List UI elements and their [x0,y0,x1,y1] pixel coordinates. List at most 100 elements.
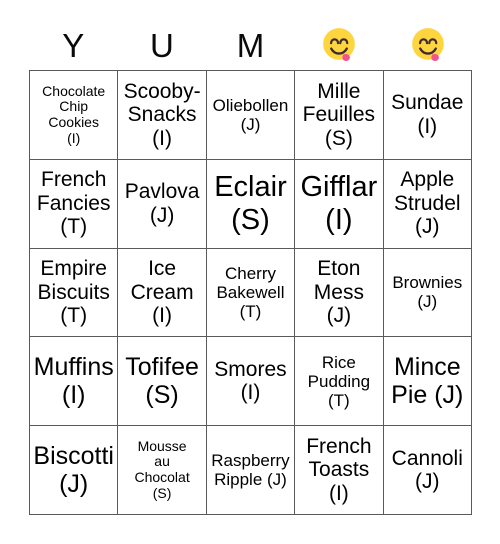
bingo-cell[interactable]: Mille Feuilles (S) [294,70,384,160]
bingo-cell-line: Eton [317,257,361,281]
bingo-cell-line: (J) [326,304,352,328]
bingo-row: Chocolate Chip Cookies (I) Scooby- Snacks (I) O… [28,70,473,160]
bingo-cell-line: Mousse [137,437,187,454]
bingo-cell-line: Biscotti [33,442,114,471]
bingo-cell-line: Chip [59,98,89,115]
bingo-cell-line: Mess [313,280,364,304]
bingo-cell-line: (S) [324,126,353,150]
header-letter-3: M [236,26,265,64]
bingo-cell-line: (T) [60,304,88,328]
bingo-card: Y U M Chocolate Chip Cookies (I) Scooby- Snac… [0,0,500,544]
bingo-cell[interactable]: Gifflar (I) [294,158,384,249]
face-savoring-food-icon [383,20,472,70]
bingo-grid: Chocolate Chip Cookies (I) Scooby- Snacks (I) O… [28,70,473,515]
bingo-cell-line: Cookies [48,113,99,130]
bingo-cell-line: (J) [415,470,440,494]
header-letter-2: U [149,26,174,64]
bingo-cell-line: Cannoli [391,446,463,470]
bingo-cell-line: (J) [59,470,89,499]
face-savoring-food-icon-glyph [411,28,444,61]
bingo-cell-line: Eclair [214,171,287,204]
bingo-cell-line: Mille [317,79,361,103]
bingo-cell-line: Scooby- [123,79,201,103]
bingo-cell-line: French [41,168,107,192]
bingo-cell-line: Pavlova [124,180,200,204]
bingo-cell-line: (J) [149,203,175,227]
bingo-cell-line: Tofifee [125,353,199,382]
bingo-cell-line: (T) [328,390,350,410]
face-savoring-food-icon-glyph [323,28,355,61]
bingo-cell-line: Empire [40,257,107,281]
bingo-cell-line: Bakewell [216,282,285,302]
bingo-cell[interactable]: Muffins (I) [28,336,119,427]
bingo-cell[interactable]: Empire Biscuits (T) [28,247,119,338]
bingo-cell[interactable]: Mousse au Chocolat (S) [117,425,207,515]
bingo-cell-line: (I) [152,304,172,328]
bingo-row: French Fancies (T) Pavlova (J) Eclair (S) Giffl… [28,158,473,249]
bingo-cell[interactable]: Cherry Bakewell (T) [205,247,296,338]
bingo-cell-line: Toasts [308,458,370,482]
bingo-cell[interactable]: Rice Pudding (T) [294,336,384,427]
bingo-cell[interactable]: Sundae (I) [382,70,473,160]
bingo-cell-line: Fancies [36,191,111,215]
bingo-row: Muffins (I) Tofifee (S) Smores (I) Rice Pudding… [28,336,473,427]
bingo-cell-line: (J) [415,215,440,239]
bingo-cell[interactable]: French Fancies (T) [28,158,119,249]
bingo-cell-line: Smores [214,357,287,381]
face-savoring-food-icon [295,20,384,70]
bingo-cell-line: Biscuits [37,280,110,304]
bingo-cell[interactable]: Ice Cream (I) [117,247,207,338]
bingo-cell[interactable]: Mince Pie (J) [382,336,473,427]
bingo-cell-line: Muffins [33,353,114,382]
bingo-cell[interactable]: Biscotti (J) [28,425,119,515]
bingo-cell-line: au [154,453,170,470]
bingo-cell-line: (J) [240,114,261,134]
bingo-cell-line: (T) [239,302,262,321]
bingo-cell-line: Brownies [392,273,463,293]
bingo-cell-line: Pudding [307,371,371,391]
bingo-cell-line: (T) [60,215,88,239]
bingo-cell-line: (I) [328,481,349,505]
bingo-row: Biscotti (J) Mousse au Chocolat (S) Raspberry R… [28,425,473,515]
bingo-cell-line: (I) [61,381,86,410]
bingo-grid-body: Chocolate Chip Cookies (I) Scooby- Snacks (I) O… [28,70,473,515]
bingo-cell-line: Raspberry [211,451,290,471]
bingo-cell[interactable]: Cannoli (J) [382,425,473,515]
bingo-cell-line: Feuilles [302,103,376,127]
bingo-cell[interactable]: Apple Strudel (J) [382,158,473,249]
bingo-cell-line: French [306,434,372,458]
bingo-cell[interactable]: Pavlova (J) [117,158,207,249]
bingo-cell-line: (J) [417,292,438,312]
bingo-cell-line: (I) [152,126,172,150]
bingo-cell[interactable]: Raspberry Ripple (J) [205,425,296,515]
header-letter-1: Y [62,26,85,64]
bingo-cell[interactable]: French Toasts (I) [294,425,384,515]
bingo-cell-line: Chocolat [134,469,190,486]
bingo-cell[interactable]: Smores (I) [205,336,296,427]
bingo-cell[interactable]: Tofifee (S) [117,336,207,427]
bingo-cell-line: Chocolate [42,82,106,99]
bingo-cell-line: Apple [400,168,455,192]
bingo-cell[interactable]: Scooby- Snacks (I) [117,70,207,160]
bingo-cell-line: (I) [240,381,261,405]
bingo-cell-line: Ice [148,257,177,281]
bingo-cell-line: Gifflar [300,171,378,204]
bingo-cell-line: Strudel [394,191,461,215]
bingo-cell[interactable]: Chocolate Chip Cookies (I) [28,70,119,160]
bingo-cell-line: Pie (J) [391,381,464,410]
bingo-header-row: Y U M [29,20,472,70]
bingo-cell-line: (S) [152,484,172,501]
bingo-cell-line: Oliebollen [212,95,289,115]
bingo-cell-line: (I) [417,114,438,138]
bingo-cell[interactable]: Brownies (J) [382,247,473,338]
bingo-cell-line: Mince [393,353,461,382]
bingo-cell-line: Rice [321,352,356,372]
bingo-cell-line: Ripple (J) [214,470,287,490]
bingo-cell[interactable]: Oliebollen (J) [205,70,296,160]
bingo-cell[interactable]: Eton Mess (J) [294,247,384,338]
bingo-cell-line: Cream [130,280,194,304]
bingo-cell-line: (S) [145,381,179,410]
bingo-cell[interactable]: Eclair (S) [205,158,296,249]
bingo-row: Empire Biscuits (T) Ice Cream (I) Cherry Bakewe… [28,247,473,338]
bingo-cell-line: (I) [67,129,81,146]
